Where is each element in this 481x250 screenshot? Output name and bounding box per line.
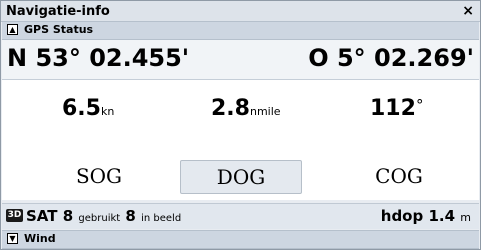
window-title: Navigatie-info: [6, 4, 110, 19]
speed-course-stats: 6.5kn 2.8nmile 112° SOG DOG COG: [2, 80, 479, 200]
sog-label: SOG: [75, 164, 123, 188]
hdop-value: hdop 1.4 m: [380, 207, 471, 225]
longitude-value: O 5° 02.269': [308, 44, 474, 72]
cog-value: 112°: [370, 96, 424, 121]
navigation-info-panel: Navigatie-info × ▲ GPS Status N 53° 02.4…: [0, 0, 481, 250]
satellite-status-row: 3D SAT 8 gebruikt 8 in beeld hdop 1.4 m: [2, 203, 479, 229]
position-row: N 53° 02.455' O 5° 02.269': [2, 40, 479, 80]
wind-label: Wind: [24, 232, 56, 245]
gps-status-header[interactable]: ▲ GPS Status: [2, 21, 479, 40]
dog-value: 2.8nmile: [211, 96, 281, 121]
title-bar: Navigatie-info ×: [1, 1, 480, 22]
expand-arrow-icon[interactable]: ▼: [7, 233, 18, 244]
sog-unit: kn: [100, 105, 115, 118]
3d-fix-badge: 3D: [6, 209, 23, 222]
dog-label-button[interactable]: DOG: [180, 160, 302, 194]
satellite-count: SAT 8 gebruikt 8 in beeld: [26, 207, 182, 225]
cog-unit: °: [415, 96, 424, 114]
close-icon[interactable]: ×: [462, 3, 474, 19]
gps-status-label: GPS Status: [24, 23, 94, 36]
sog-value: 6.5kn: [62, 96, 115, 121]
cog-label: COG: [375, 164, 423, 188]
collapse-arrow-icon[interactable]: ▲: [7, 24, 18, 35]
dog-unit: nmile: [249, 105, 281, 118]
latitude-value: N 53° 02.455': [7, 44, 190, 72]
wind-header[interactable]: ▼ Wind: [2, 230, 479, 249]
